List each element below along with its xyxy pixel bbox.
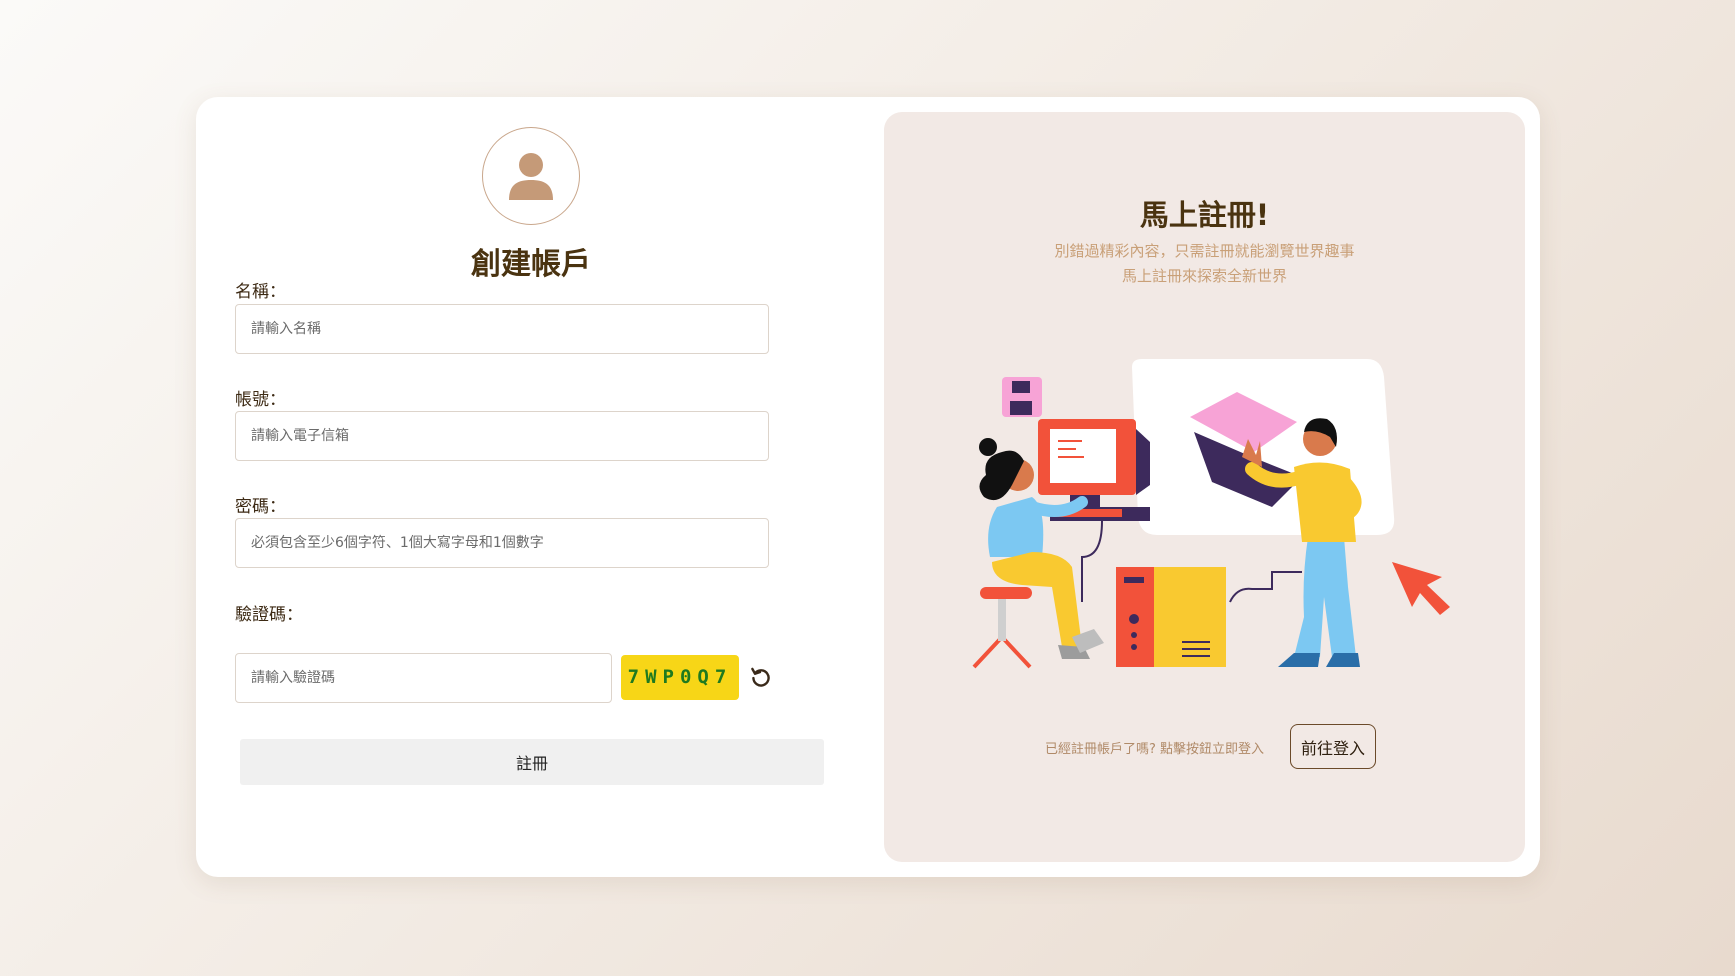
email-input[interactable] (235, 411, 769, 461)
captcha-code[interactable]: 7WP0Q7 (621, 655, 739, 700)
promo-title: 馬上註冊! (1139, 198, 1270, 232)
avatar (482, 127, 580, 225)
login-prompt-row: 已經註冊帳戶了嗎? 點擊按鈕立即登入 前往登入 (884, 724, 1525, 770)
refresh-icon (751, 667, 770, 687)
promo-panel: 馬上註冊! 別錯過精彩內容，只需註冊就能瀏覽世界趣事 馬上註冊來探索全新世界 已… (884, 112, 1525, 862)
name-input[interactable] (235, 304, 769, 354)
name-label: 名稱： (235, 282, 286, 302)
register-button[interactable]: 註冊 (240, 739, 824, 785)
password-label: 密碼： (235, 497, 286, 517)
captcha-label: 驗證碼： (235, 605, 303, 625)
promo-subtitle-line1: 別錯過精彩內容，只需註冊就能瀏覽世界趣事 (1054, 242, 1355, 260)
refresh-captcha-button[interactable] (748, 664, 774, 690)
register-form-panel: 創建帳戶 名稱： 帳號： 密碼： 驗證碼： 7WP0Q7 註冊 (196, 97, 876, 877)
promo-subtitle-line2: 馬上註冊來探索全新世界 (1121, 267, 1287, 285)
go-to-login-button[interactable]: 前往登入 (1290, 724, 1376, 769)
login-prompt-text: 已經註冊帳戶了嗎? 點擊按鈕立即登入 (1045, 742, 1265, 757)
register-card: 創建帳戶 名稱： 帳號： 密碼： 驗證碼： 7WP0Q7 註冊 馬上註冊! 別錯… (196, 97, 1540, 877)
captcha-input[interactable] (235, 653, 612, 703)
account-label: 帳號： (235, 390, 286, 410)
people-working-at-computer-illustration (972, 359, 1450, 669)
user-icon (509, 153, 553, 200)
password-input[interactable] (235, 518, 769, 568)
page-title: 創建帳戶 (471, 247, 591, 282)
